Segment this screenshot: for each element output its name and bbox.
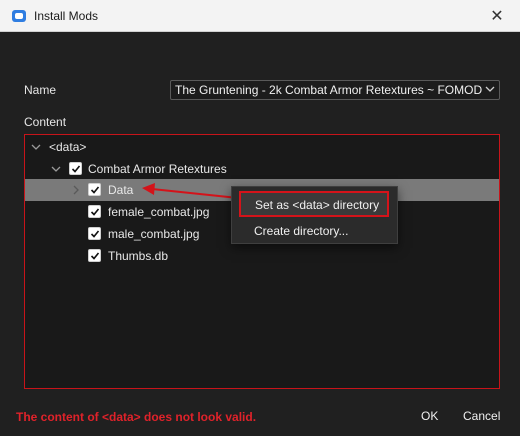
content-label: Content [24, 115, 67, 129]
checkmark-icon [71, 165, 81, 173]
context-menu: Set as <data> directory Create directory… [231, 186, 398, 244]
checkmark-icon [90, 186, 100, 194]
window-title: Install Mods [34, 9, 99, 23]
data-checkbox[interactable] [88, 183, 101, 196]
chevron-down-icon[interactable] [51, 164, 61, 174]
close-icon[interactable]: ✕ [490, 6, 503, 26]
ok-button[interactable]: OK [421, 409, 438, 423]
checkmark-icon [90, 208, 100, 216]
tree-row-root[interactable]: <data> [25, 136, 499, 158]
file-checkbox[interactable] [88, 205, 101, 218]
menu-item-label: Create directory... [254, 224, 349, 238]
tree-row-folder[interactable]: Combat Armor Retextures [25, 158, 499, 180]
close-button[interactable]: ✕ [474, 0, 520, 32]
name-label: Name [24, 83, 57, 97]
chevron-down-icon[interactable] [485, 84, 495, 94]
tree-root-label: <data> [49, 140, 87, 154]
title-bar: Install Mods ✕ [0, 0, 520, 32]
tree-item-label: Data [108, 183, 134, 197]
validation-error: The content of <data> does not look vali… [16, 410, 257, 424]
folder-checkbox[interactable] [69, 162, 82, 175]
cancel-button[interactable]: Cancel [463, 409, 500, 423]
chevron-right-icon[interactable] [71, 185, 81, 195]
menu-item-label: Set as <data> directory [255, 198, 380, 212]
file-checkbox[interactable] [88, 249, 101, 262]
menu-item-create-directory[interactable]: Create directory... [232, 221, 397, 245]
tree-row-file[interactable]: Thumbs.db [25, 245, 499, 267]
checkmark-icon [90, 230, 100, 238]
content-tree[interactable]: <data> Combat Armor Retextures Data fema… [24, 134, 500, 389]
name-combobox[interactable]: The Gruntening - 2k Combat Armor Retextu… [170, 80, 500, 100]
menu-item-set-data-directory[interactable]: Set as <data> directory [239, 191, 389, 217]
tree-item-label: female_combat.jpg [108, 205, 210, 219]
tree-item-label: male_combat.jpg [108, 227, 200, 241]
chevron-down-icon[interactable] [31, 142, 41, 152]
app-icon [12, 10, 26, 22]
file-checkbox[interactable] [88, 227, 101, 240]
tree-item-label: Thumbs.db [108, 249, 169, 263]
name-combobox-value[interactable]: The Gruntening - 2k Combat Armor Retextu… [175, 83, 482, 97]
tree-folder-label: Combat Armor Retextures [88, 162, 227, 176]
checkmark-icon [90, 252, 100, 260]
